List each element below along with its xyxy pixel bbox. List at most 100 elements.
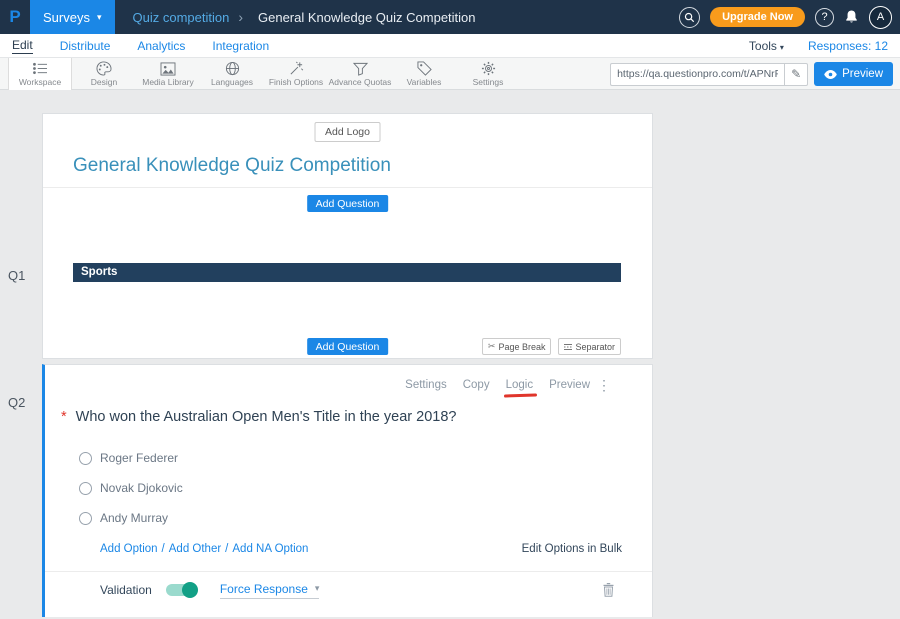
tab-edit[interactable]: Edit: [12, 38, 33, 54]
breadcrumb-separator-icon: ›: [238, 9, 243, 25]
media-library-icon: [160, 61, 176, 76]
question-settings-action[interactable]: Settings: [405, 379, 447, 391]
chevron-down-icon: ▾: [315, 583, 320, 594]
divider: [43, 187, 652, 188]
toolbar-item-media-library[interactable]: Media Library: [136, 58, 200, 90]
toolbar-item-label: Variables: [407, 77, 442, 87]
toolbar-item-design[interactable]: Design: [72, 58, 136, 90]
survey-url-input[interactable]: [610, 63, 784, 86]
validation-label: Validation: [100, 583, 152, 597]
edit-options-in-bulk-link[interactable]: Edit Options in Bulk: [522, 543, 622, 555]
questionpro-logo[interactable]: P: [0, 7, 30, 27]
help-icon[interactable]: ?: [815, 8, 834, 27]
preview-button[interactable]: Preview: [814, 62, 893, 86]
logo-letter: P: [9, 7, 20, 27]
chevron-down-icon: ▾: [97, 12, 102, 23]
validation-row: Validation Force Response ▾: [100, 579, 614, 601]
toolbar-item-label: Media Library: [142, 77, 194, 87]
scissors-icon: ✂: [488, 341, 496, 352]
add-question-button-top[interactable]: Add Question: [307, 195, 389, 212]
add-option-links: Add Option / Add Other / Add NA Option: [100, 543, 308, 555]
tab-distribute[interactable]: Distribute: [60, 39, 111, 53]
languages-globe-icon: [225, 61, 240, 76]
force-response-dropdown[interactable]: Force Response ▾: [220, 582, 320, 599]
topbar-actions: Upgrade Now ? A: [679, 0, 892, 34]
breadcrumb: Quiz competition › General Knowledge Qui…: [133, 9, 476, 25]
variables-tag-icon: [417, 61, 432, 76]
toolbar-right: ✎ Preview: [610, 62, 893, 86]
question-number-q2: Q2: [8, 395, 25, 410]
tools-menu[interactable]: Tools▾: [749, 39, 784, 53]
topbar: P Surveys ▾ Quiz competition › General K…: [0, 0, 900, 34]
toolbar-item-workspace[interactable]: Workspace: [8, 58, 72, 90]
toolbar-item-advance-quotas[interactable]: Advance Quotas: [328, 58, 392, 90]
required-asterisk: *: [61, 409, 67, 425]
separator-button[interactable]: Separator: [558, 338, 621, 355]
separator-label: Separator: [575, 342, 615, 352]
question-row: * Who won the Australian Open Men's Titl…: [61, 409, 456, 425]
survey-canvas: Q1 Q2 Add Logo General Knowledge Quiz Co…: [0, 90, 900, 617]
toolbar-item-settings[interactable]: Settings: [456, 58, 520, 90]
toolbar-item-label: Settings: [473, 77, 504, 87]
question-copy-action[interactable]: Copy: [463, 379, 490, 391]
toolbar-item-label: Languages: [211, 77, 253, 87]
link-separator: /: [225, 543, 228, 555]
separator-lines-icon: [564, 343, 572, 351]
page-break-button[interactable]: ✂ Page Break: [482, 338, 552, 355]
insert-controls: ✂ Page Break Separator: [482, 338, 621, 355]
option-label[interactable]: Novak Djokovic: [100, 481, 183, 495]
add-other-link[interactable]: Add Other: [169, 543, 221, 555]
add-option-link[interactable]: Add Option: [100, 543, 158, 555]
section-header-sports[interactable]: Sports: [73, 263, 621, 282]
question-number-q1: Q1: [8, 268, 25, 283]
settings-gear-icon: [481, 61, 496, 76]
option-label[interactable]: Andy Murray: [100, 511, 168, 525]
more-options-dots-icon[interactable]: ⋮: [597, 377, 611, 394]
question-preview-action[interactable]: Preview: [549, 379, 590, 391]
upgrade-button[interactable]: Upgrade Now: [710, 7, 805, 27]
page-break-label: Page Break: [498, 342, 545, 352]
question-card-q2: Settings Copy Logic Preview ⋮ * Who won …: [42, 364, 653, 617]
answer-option-row: Roger Federer: [79, 451, 178, 465]
answer-option-row: Andy Murray: [79, 511, 168, 525]
tab-analytics[interactable]: Analytics: [137, 39, 185, 53]
question-text[interactable]: Who won the Australian Open Men's Title …: [76, 409, 457, 425]
design-palette-icon: [96, 61, 112, 76]
add-question-button-bottom[interactable]: Add Question: [307, 338, 389, 355]
preview-label: Preview: [842, 68, 883, 80]
option-label[interactable]: Roger Federer: [100, 451, 178, 465]
add-logo-button[interactable]: Add Logo: [314, 122, 381, 142]
toolbar-item-label: Design: [91, 77, 117, 87]
survey-header-card: Add Logo General Knowledge Quiz Competit…: [42, 113, 653, 359]
question-logic-action[interactable]: Logic: [506, 379, 534, 391]
edit-url-pencil-icon[interactable]: ✎: [784, 63, 808, 86]
survey-title[interactable]: General Knowledge Quiz Competition: [73, 155, 391, 177]
radio-button[interactable]: [79, 452, 92, 465]
breadcrumb-current: General Knowledge Quiz Competition: [258, 10, 476, 25]
toolbar-item-label: Workspace: [19, 77, 61, 87]
radio-button[interactable]: [79, 482, 92, 495]
workspace-icon: [32, 61, 49, 76]
tab-integration[interactable]: Integration: [212, 39, 269, 53]
add-na-option-link[interactable]: Add NA Option: [232, 543, 308, 555]
breadcrumb-parent[interactable]: Quiz competition: [133, 10, 230, 25]
nav-right: Tools▾ Responses: 12: [749, 39, 888, 53]
validation-toggle[interactable]: [166, 584, 196, 596]
radio-button[interactable]: [79, 512, 92, 525]
avatar[interactable]: A: [869, 6, 892, 29]
eye-icon: [824, 70, 837, 79]
advance-quotas-funnel-icon: [353, 61, 368, 76]
notifications-bell-icon[interactable]: [844, 9, 859, 25]
toolbar-item-label: Finish Options: [269, 77, 323, 87]
toolbar-item-variables[interactable]: Variables: [392, 58, 456, 90]
search-icon[interactable]: [679, 7, 700, 28]
toolbar-item-finish-options[interactable]: Finish Options: [264, 58, 328, 90]
toolbar-item-languages[interactable]: Languages: [200, 58, 264, 90]
link-separator: /: [162, 543, 165, 555]
force-response-label: Force Response: [220, 582, 308, 596]
toolbar-item-label: Advance Quotas: [329, 77, 392, 87]
responses-count[interactable]: Responses: 12: [808, 39, 888, 53]
surveys-menu-button[interactable]: Surveys ▾: [30, 0, 115, 34]
answer-option-row: Novak Djokovic: [79, 481, 183, 495]
delete-question-trash-icon[interactable]: [603, 583, 614, 597]
